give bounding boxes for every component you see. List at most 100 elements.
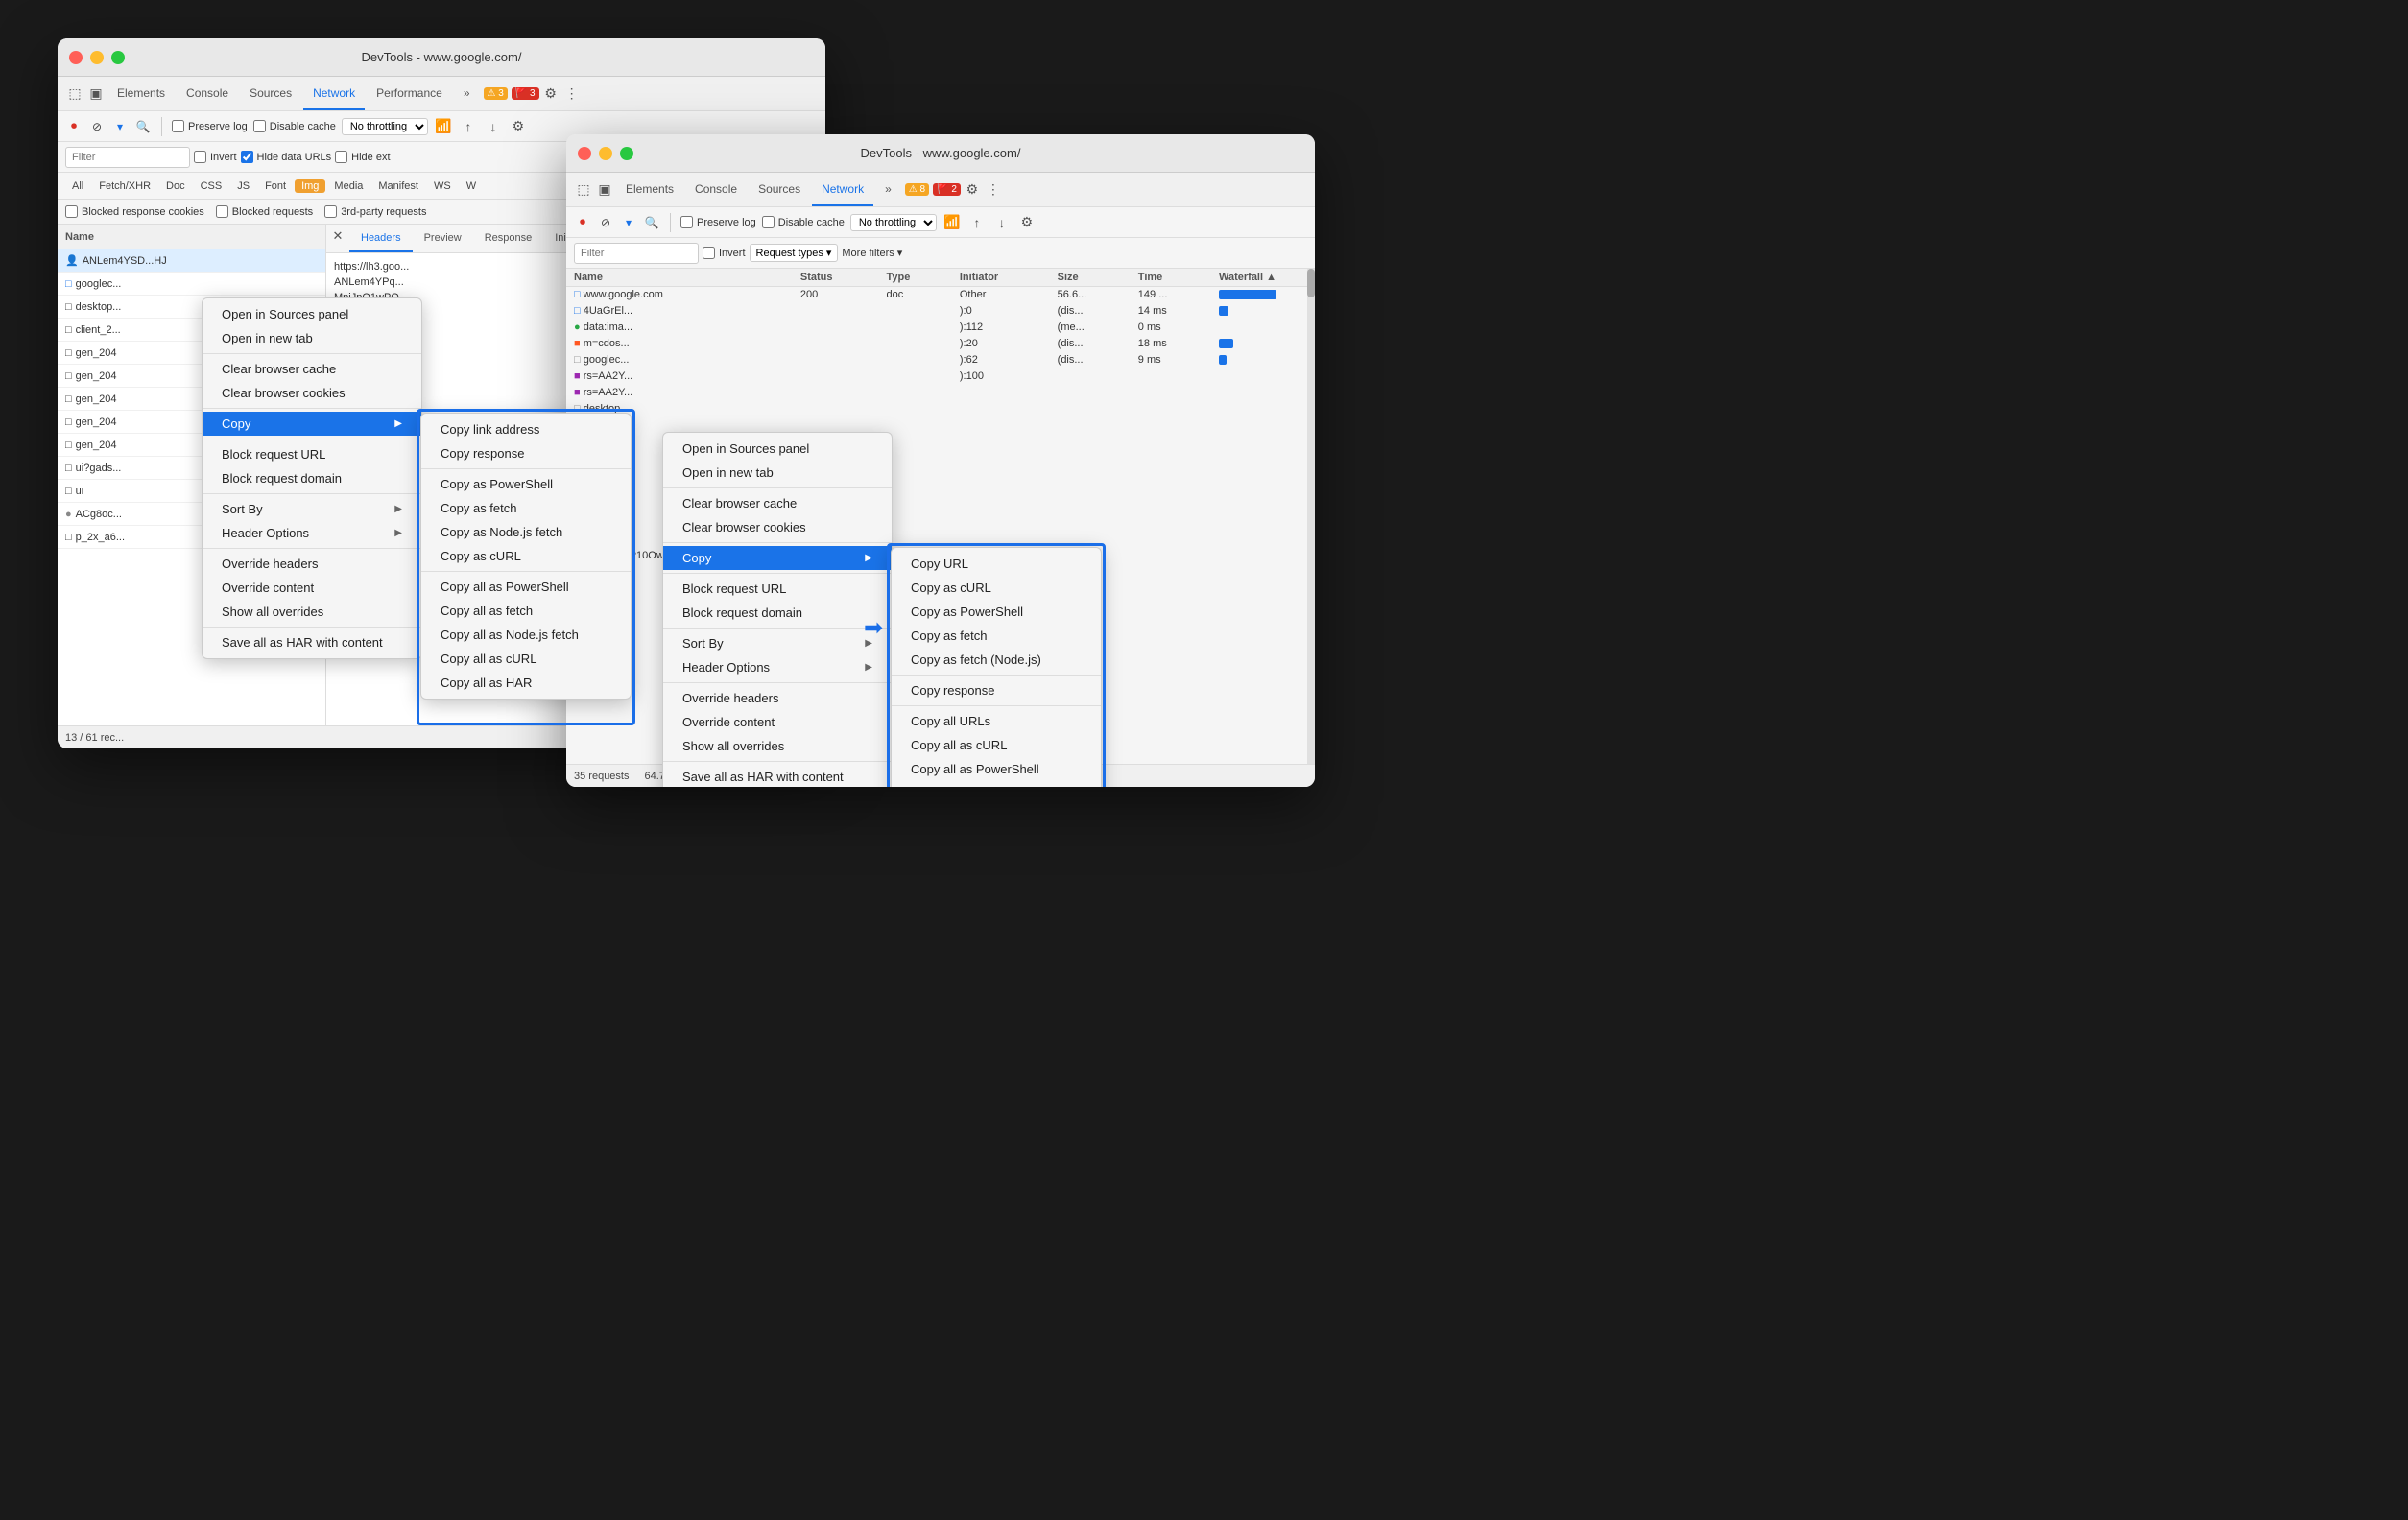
maximize-button-1[interactable]: [111, 51, 125, 64]
menu-block-url-1[interactable]: Block request URL: [203, 442, 421, 466]
preserve-log-cb-2[interactable]: [680, 216, 693, 228]
filter-input-1[interactable]: [65, 147, 190, 168]
wifi-icon-1[interactable]: 📶: [434, 117, 453, 136]
menu-clear-cookies-2[interactable]: Clear browser cookies: [663, 515, 892, 539]
more-filters-btn-2[interactable]: More filters ▾: [842, 247, 902, 259]
copy-response-1[interactable]: Copy response: [421, 441, 631, 465]
upload-icon-1[interactable]: ↑: [459, 117, 478, 136]
tab-network-1[interactable]: Network: [303, 77, 365, 110]
menu-save-har-2[interactable]: Save all as HAR with content: [663, 765, 892, 787]
menu-override-content-2[interactable]: Override content: [663, 710, 892, 734]
table-row-6-2[interactable]: ■ rs=AA2Y...: [566, 385, 1307, 401]
window-controls-1[interactable]: [69, 51, 125, 64]
disable-cache-label-1[interactable]: Disable cache: [253, 120, 336, 132]
tab-performance-1[interactable]: Performance: [367, 77, 452, 110]
type-all-1[interactable]: All: [65, 179, 90, 193]
stop-icon-2[interactable]: ⊘: [597, 214, 614, 231]
third-party-label-1[interactable]: 3rd-party requests: [324, 205, 426, 218]
copy-nodejs-fetch-1[interactable]: Copy as Node.js fetch: [421, 520, 631, 544]
blocked-cookies-label-1[interactable]: Blocked response cookies: [65, 205, 204, 218]
invert-label-1[interactable]: Invert: [194, 151, 237, 163]
type-doc-1[interactable]: Doc: [159, 179, 192, 193]
tab-more-1[interactable]: »: [454, 77, 480, 110]
copy-all-fetch-1[interactable]: Copy all as fetch: [421, 599, 631, 623]
menu-header-opts-1[interactable]: Header Options ▶: [203, 521, 421, 545]
th-waterfall-2[interactable]: Waterfall ▲: [1211, 269, 1307, 287]
type-css-1[interactable]: CSS: [194, 179, 229, 193]
type-fetch-xhr-1[interactable]: Fetch/XHR: [92, 179, 157, 193]
th-status-2[interactable]: Status: [793, 269, 879, 287]
request-types-btn-2[interactable]: Request types ▾: [750, 244, 839, 262]
menu-sort-2[interactable]: Sort By ▶: [663, 631, 892, 655]
hide-ext-label-1[interactable]: Hide ext: [335, 151, 390, 163]
throttle-select-2[interactable]: No throttling: [850, 214, 937, 231]
th-type-2[interactable]: Type: [879, 269, 952, 287]
scrollbar-2[interactable]: [1307, 269, 1315, 764]
record-icon-1[interactable]: ⏺: [65, 118, 83, 135]
cursor-icon-2[interactable]: ⬚: [574, 180, 593, 200]
menu-block-domain-2[interactable]: Block request domain: [663, 601, 892, 625]
detail-tab-headers-1[interactable]: Headers: [349, 225, 413, 252]
download-icon-1[interactable]: ↓: [484, 117, 503, 136]
copy-all-curl-2[interactable]: Copy all as cURL: [892, 733, 1101, 757]
copy-fetch-2[interactable]: Copy as fetch: [892, 624, 1101, 648]
blocked-cookies-cb-1[interactable]: [65, 205, 78, 218]
copy-powershell-1[interactable]: Copy as PowerShell: [421, 472, 631, 496]
window-controls-2[interactable]: [578, 147, 633, 160]
menu-clear-cache-2[interactable]: Clear browser cache: [663, 491, 892, 515]
type-js-1[interactable]: JS: [230, 179, 256, 193]
menu-clear-cache-1[interactable]: Clear browser cache: [203, 357, 421, 381]
wifi-icon-2[interactable]: 📶: [942, 213, 962, 232]
disable-cache-label-2[interactable]: Disable cache: [762, 216, 845, 228]
type-w-1[interactable]: W: [460, 179, 483, 193]
menu-show-overrides-2[interactable]: Show all overrides: [663, 734, 892, 758]
copy-fetch-1[interactable]: Copy as fetch: [421, 496, 631, 520]
type-img-1[interactable]: Img: [295, 179, 325, 193]
stop-icon-1[interactable]: ⊘: [88, 118, 106, 135]
menu-header-opts-2[interactable]: Header Options ▶: [663, 655, 892, 679]
table-row-3-2[interactable]: ■ m=cdos... ):20 (dis... 18 ms: [566, 336, 1307, 352]
table-row-8-2[interactable]: □ gen_204: [566, 417, 1307, 434]
tab-console-2[interactable]: Console: [685, 173, 747, 206]
copy-nodejs-fetch-2[interactable]: Copy as fetch (Node.js): [892, 648, 1101, 672]
menu-override-headers-2[interactable]: Override headers: [663, 686, 892, 710]
table-row-7-2[interactable]: □ desktop...: [566, 401, 1307, 417]
copy-url-2[interactable]: Copy URL: [892, 552, 1101, 576]
tab-more-2[interactable]: »: [875, 173, 901, 206]
th-name-2[interactable]: Name: [566, 269, 793, 287]
minimize-button-2[interactable]: [599, 147, 612, 160]
copy-link-1[interactable]: Copy link address: [421, 417, 631, 441]
invert-cb-2[interactable]: [703, 247, 715, 259]
table-row-5-2[interactable]: ■ rs=AA2Y... ):100: [566, 368, 1307, 385]
menu-open-tab-1[interactable]: Open in new tab: [203, 326, 421, 350]
hide-ext-cb-1[interactable]: [335, 151, 347, 163]
settings-icon-1[interactable]: ⚙: [541, 84, 560, 104]
tab-elements-1[interactable]: Elements: [107, 77, 175, 110]
scroll-thumb-2[interactable]: [1307, 269, 1315, 297]
copy-curl-1[interactable]: Copy as cURL: [421, 544, 631, 568]
device-icon[interactable]: ▣: [86, 84, 106, 104]
copy-all-har-1[interactable]: Copy all as HAR: [421, 671, 631, 695]
type-media-1[interactable]: Media: [327, 179, 370, 193]
menu-sort-1[interactable]: Sort By ▶: [203, 497, 421, 521]
third-party-cb-1[interactable]: [324, 205, 337, 218]
more-icon-1[interactable]: ⋮: [562, 84, 582, 104]
network-item-0-1[interactable]: 👤 ANLem4YSD...HJ: [58, 249, 325, 273]
copy-curl-2[interactable]: Copy as cURL: [892, 576, 1101, 600]
table-row-2-2[interactable]: ● data:ima... ):112 (me... 0 ms: [566, 320, 1307, 336]
filter-icon-1[interactable]: ▾: [111, 118, 129, 135]
detail-close-btn-1[interactable]: ✕: [326, 225, 349, 248]
table-row-4-2[interactable]: □ googlec... ):62 (dis... 9 ms: [566, 352, 1307, 368]
th-initiator-2[interactable]: Initiator: [952, 269, 1050, 287]
invert-label-2[interactable]: Invert: [703, 247, 746, 259]
copy-all-curl-1[interactable]: Copy all as cURL: [421, 647, 631, 671]
minimize-button-1[interactable]: [90, 51, 104, 64]
menu-block-domain-1[interactable]: Block request domain: [203, 466, 421, 490]
menu-save-har-1[interactable]: Save all as HAR with content: [203, 630, 421, 654]
copy-powershell-2[interactable]: Copy as PowerShell: [892, 600, 1101, 624]
search-icon-1[interactable]: 🔍: [134, 118, 152, 135]
throttle-select-1[interactable]: No throttling: [342, 118, 428, 135]
menu-open-sources-2[interactable]: Open in Sources panel: [663, 437, 892, 461]
type-manifest-1[interactable]: Manifest: [371, 179, 425, 193]
blocked-requests-label-1[interactable]: Blocked requests: [216, 205, 313, 218]
